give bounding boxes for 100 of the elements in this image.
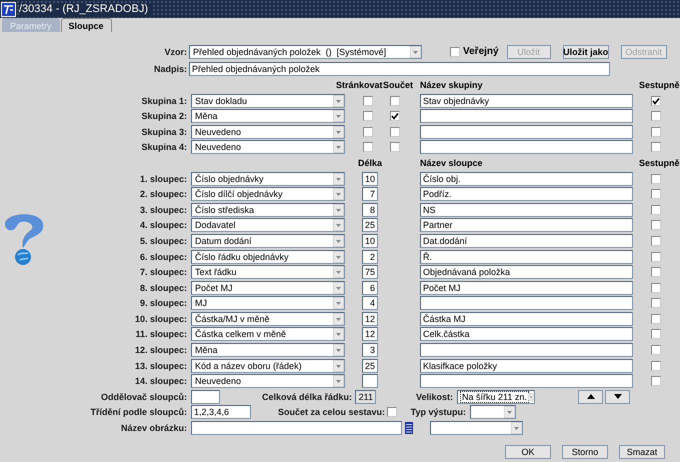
dropdown[interactable]: Text řádku	[191, 265, 345, 280]
checkbox[interactable]	[651, 345, 661, 356]
dropdown[interactable]: Částka celkem v měně	[191, 327, 345, 342]
length-field[interactable]: 25	[362, 358, 378, 373]
length-field[interactable]: 25	[362, 218, 378, 232]
length-field[interactable]: 6	[362, 280, 378, 295]
checkbox[interactable]	[651, 142, 661, 152]
checkbox[interactable]	[651, 314, 661, 324]
text-field[interactable]	[420, 124, 633, 139]
checkbox[interactable]	[390, 96, 400, 106]
checkbox[interactable]	[390, 111, 400, 122]
dialog-button[interactable]: Storno	[562, 444, 608, 459]
text-field[interactable]: Celk.částka	[420, 327, 633, 342]
dropdown[interactable]: Číslo objednávky	[191, 172, 345, 186]
text-field[interactable]: NS	[420, 202, 633, 217]
toolbar-button[interactable]: Uložit jako	[562, 44, 609, 59]
text-field[interactable]: Číslo obj.	[420, 172, 633, 186]
dropdown[interactable]: Neuvedeno	[191, 140, 345, 154]
length-field[interactable]	[362, 374, 378, 388]
text-field[interactable]: 1,2,3,4,6	[191, 405, 251, 420]
dropdown[interactable]: Kód a název oboru (řádek)	[191, 358, 345, 373]
text-field[interactable]	[420, 140, 633, 154]
checkbox[interactable]	[390, 126, 400, 137]
text-field[interactable]	[420, 296, 633, 310]
text-field[interactable]: Počet MJ	[420, 280, 633, 295]
dropdown[interactable]: MJ	[191, 296, 345, 310]
dropdown[interactable]: Číslo řádku objednávky	[191, 250, 345, 264]
text-field[interactable]	[420, 109, 633, 124]
window-title: /30334 - (RJ_ZSRADOBJ)	[19, 3, 151, 15]
text-field[interactable]: Partner	[420, 218, 633, 232]
text-field[interactable]: Ř.	[420, 250, 633, 264]
checkbox[interactable]	[651, 282, 661, 293]
dropdown[interactable]: Počet MJ	[191, 280, 345, 295]
dropdown[interactable]: Měna	[191, 109, 345, 124]
dropdown[interactable]	[430, 421, 523, 436]
length-field[interactable]: 3	[362, 343, 378, 358]
field-label: 1. sloupec:	[138, 174, 188, 184]
checkbox[interactable]	[651, 236, 661, 246]
checkbox[interactable]	[363, 126, 373, 137]
text-field[interactable]	[191, 421, 402, 436]
checkbox[interactable]	[651, 204, 661, 215]
text-field[interactable]: Podříz.	[420, 187, 633, 202]
text-field[interactable]: Částka MJ	[420, 312, 633, 326]
dialog-button[interactable]: OK	[505, 444, 551, 459]
length-field[interactable]: 75	[362, 265, 378, 280]
checkbox[interactable]	[387, 407, 397, 418]
column-header: Název sloupce	[420, 158, 484, 168]
dropdown[interactable]: Dodavatel	[191, 218, 345, 232]
checkbox[interactable]	[651, 267, 661, 278]
dropdown[interactable]: Číslo dílčí objednávky	[191, 187, 345, 202]
text-field[interactable]: Objednávaná položka	[420, 265, 633, 280]
tab[interactable]: Sloupce	[60, 18, 112, 32]
text-field[interactable]	[191, 390, 220, 404]
text-field[interactable]: Klasifkace položky	[420, 358, 633, 373]
dropdown[interactable]	[470, 405, 516, 420]
text-field[interactable]: Dat.dodání	[420, 234, 633, 248]
checkbox[interactable]	[651, 298, 661, 308]
dropdown[interactable]: Číslo střediska	[191, 202, 345, 217]
length-field[interactable]: 7	[362, 187, 378, 202]
dropdown[interactable]: Měna	[191, 343, 345, 358]
text-field[interactable]	[420, 343, 633, 358]
column-header: Délka	[358, 158, 384, 168]
list-icon[interactable]	[405, 422, 413, 434]
dropdown[interactable]: Na šířku 211 zn.	[457, 390, 535, 404]
checkbox[interactable]	[651, 252, 661, 262]
text-field[interactable]: Přehled objednávaných položek	[189, 62, 610, 76]
checkbox[interactable]	[651, 360, 661, 371]
length-field[interactable]: 2	[362, 250, 378, 264]
length-field[interactable]: 10	[362, 172, 378, 186]
dropdown[interactable]: Stav dokladu	[191, 94, 345, 108]
dialog-button[interactable]: Smazat	[619, 444, 665, 459]
checkbox[interactable]	[651, 220, 661, 230]
checkbox[interactable]	[450, 46, 460, 57]
length-field[interactable]: 8	[362, 202, 378, 217]
dropdown-arrow-icon[interactable]	[528, 390, 534, 403]
field-label: 11. sloupec:	[134, 329, 188, 340]
checkbox[interactable]	[651, 111, 661, 122]
checkbox[interactable]	[651, 376, 661, 386]
dropdown[interactable]: Částka/MJ v měně	[191, 312, 345, 326]
checkbox[interactable]	[363, 142, 373, 152]
move-down-button[interactable]	[605, 390, 630, 404]
checkbox[interactable]	[651, 329, 661, 340]
dropdown[interactable]: Datum dodání	[191, 234, 345, 248]
dropdown[interactable]: Přehled objednávaných položek () [Systémové]	[189, 44, 422, 59]
checkbox[interactable]	[651, 189, 661, 200]
checkbox[interactable]	[363, 111, 373, 122]
text-field[interactable]	[420, 374, 633, 388]
text-field[interactable]: Stav objednávky	[420, 94, 633, 108]
checkbox[interactable]	[390, 142, 400, 152]
checkbox[interactable]	[651, 96, 661, 106]
checkbox[interactable]	[651, 174, 661, 184]
checkbox[interactable]	[363, 96, 373, 106]
dropdown[interactable]: Neuvedeno	[191, 124, 345, 139]
checkbox[interactable]	[651, 126, 661, 137]
dropdown[interactable]: Neuvedeno	[191, 374, 345, 388]
length-field[interactable]: 10	[362, 234, 378, 248]
move-up-button[interactable]	[578, 390, 603, 404]
length-field[interactable]: 4	[362, 296, 378, 310]
length-field[interactable]: 12	[362, 327, 378, 342]
length-field[interactable]: 12	[362, 312, 378, 326]
